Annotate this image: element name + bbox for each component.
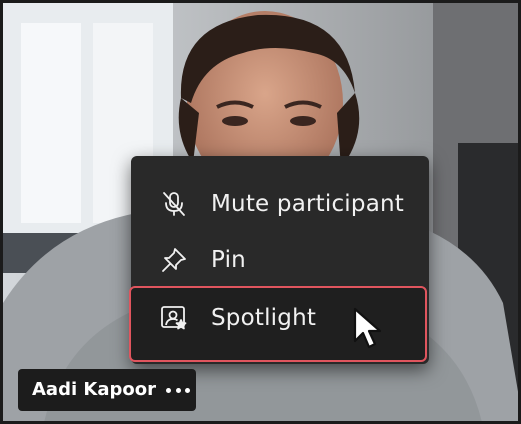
participant-name: Aadi Kapoor	[32, 379, 156, 400]
menu-item-pin[interactable]: Pin	[131, 232, 429, 288]
mic-off-icon	[160, 190, 188, 218]
more-options-icon[interactable]	[166, 382, 190, 398]
menu-item-label: Spotlight	[211, 305, 317, 331]
participant-name-tag: Aadi Kapoor	[18, 369, 196, 411]
mouse-cursor-icon	[353, 307, 382, 349]
menu-item-label: Mute participant	[211, 191, 404, 217]
menu-item-label: Pin	[211, 247, 246, 273]
pin-icon	[160, 246, 188, 274]
menu-item-mute-participant[interactable]: Mute participant	[131, 176, 429, 232]
spotlight-icon	[160, 304, 188, 332]
